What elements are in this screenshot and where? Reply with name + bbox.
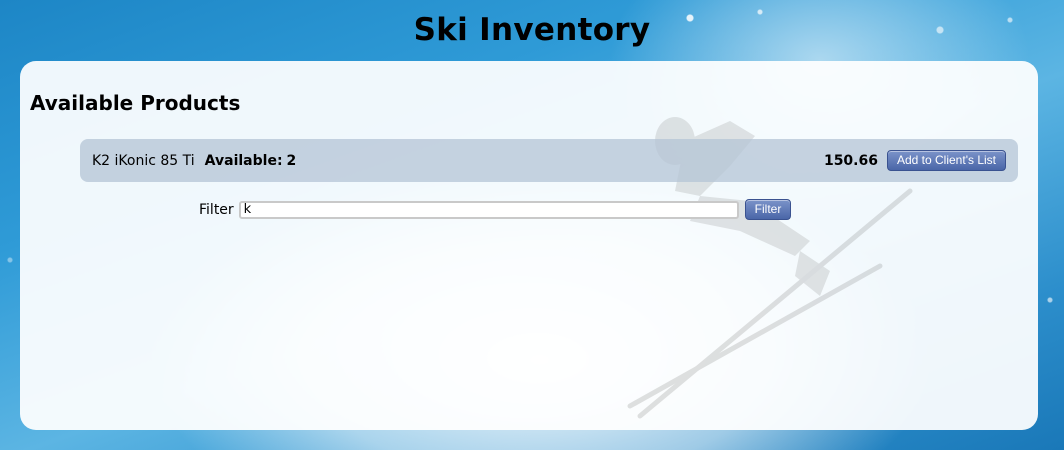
page-title: Ski Inventory — [413, 12, 651, 48]
availability-label: Available: — [204, 152, 283, 169]
section-title: Available Products — [30, 91, 241, 115]
availability-count: 2 — [286, 152, 297, 169]
skier-illustration-icon — [627, 117, 913, 419]
products-panel: Available Products K2 iKonic 85 Ti Avail… — [20, 61, 1038, 430]
product-row: K2 iKonic 85 Ti Available: 2 150.66 Add … — [80, 139, 1018, 182]
filter-input[interactable] — [238, 200, 739, 219]
add-to-clients-list-button[interactable]: Add to Client's List — [886, 150, 1006, 171]
product-price: 150.66 — [823, 152, 878, 169]
filter-row: Filter Filter — [199, 199, 792, 220]
product-name: K2 iKonic 85 Ti — [92, 152, 195, 169]
filter-label: Filter — [199, 201, 234, 218]
filter-button[interactable]: Filter — [744, 199, 792, 220]
